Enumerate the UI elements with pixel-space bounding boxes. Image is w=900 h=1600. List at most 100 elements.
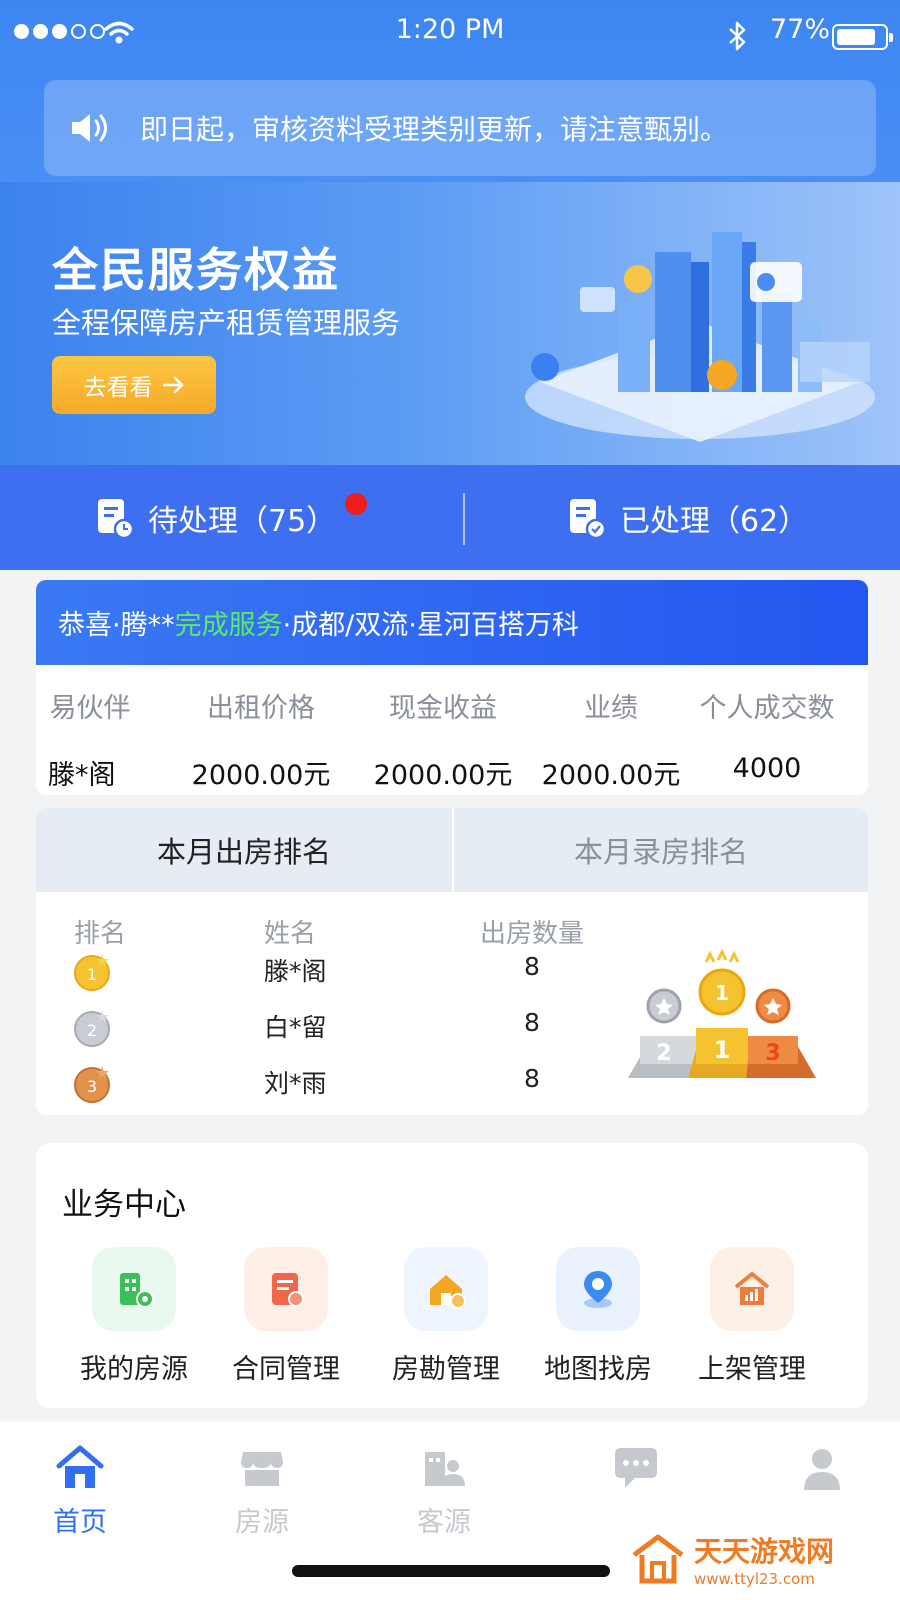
stat-rent-price: 出租价格 2000.00元 [186, 686, 336, 792]
bluetooth-icon [729, 21, 746, 51]
building-icon [92, 1247, 176, 1331]
contract-icon [244, 1247, 328, 1331]
notification-dot [345, 493, 367, 515]
banner-title: 全民服务权益 [52, 243, 340, 297]
message-icon [615, 1448, 657, 1488]
task-tabs: 待处理（75） 已处理（62） [0, 465, 900, 570]
header-area: 1:20 PM 77% 即日起，审核资料受理类别更新，请注意甄别。 全民服务权益… [0, 0, 900, 465]
house-inspect-icon [404, 1247, 488, 1331]
biz-inspection[interactable]: 房勘管理 [376, 1247, 516, 1386]
nav-listings[interactable]: 房源 [202, 1444, 322, 1539]
banner-subtitle: 全程保障房产租赁管理服务 [52, 306, 401, 340]
biz-label: 房勘管理 [392, 1354, 500, 1385]
rank-count: 8 [524, 952, 540, 981]
tab-divider [463, 493, 465, 545]
nav-label: 首页 [53, 1507, 107, 1538]
watermark: 天天游戏网 www.ttyl23.com [630, 1530, 834, 1588]
profile-icon [804, 1449, 840, 1490]
home-indicator [292, 1565, 610, 1577]
biz-label: 上架管理 [698, 1354, 806, 1385]
notice-bar[interactable]: 即日起，审核资料受理类别更新，请注意甄别。 [44, 80, 876, 176]
gold-medal-icon: 1 [74, 954, 110, 991]
biz-shelf-management[interactable]: 上架管理 [682, 1247, 822, 1386]
nav-label: 客源 [417, 1507, 471, 1538]
biz-label: 合同管理 [232, 1354, 340, 1385]
status-time: 1:20 PM [395, 14, 505, 45]
stat-value: 4000 [732, 753, 802, 784]
pending-doc-icon [98, 498, 134, 539]
banner-go-button[interactable]: 去看看 [52, 356, 216, 414]
battery-icon [832, 24, 893, 50]
svg-text:1: 1 [715, 981, 729, 1005]
notice-text: 即日起，审核资料受理类别更新，请注意甄别。 [140, 113, 729, 146]
congrats-suffix: ·成都/双流·星河百搭万科 [282, 610, 579, 641]
biz-map-search[interactable]: 地图找房 [528, 1247, 668, 1386]
tab-done-label: 已处理（62） [620, 503, 809, 539]
medal-number: 1 [87, 965, 97, 984]
nav-label: 房源 [235, 1507, 289, 1538]
tab-listing-ranking[interactable]: 本月录房排名 [452, 808, 868, 892]
rank-name: 刘*雨 [264, 1069, 327, 1098]
banner-go-label: 去看看 [83, 375, 153, 401]
nav-home[interactable]: 首页 [20, 1444, 140, 1539]
congrats-banner: 恭喜·腾** 完成服务 ·成都/双流·星河百搭万科 [36, 580, 868, 665]
stat-value: 2000.00元 [541, 760, 681, 791]
stat-label: 出租价格 [207, 693, 315, 724]
nav-profile[interactable] [762, 1444, 882, 1500]
battery-percent: 77% [770, 14, 831, 45]
stat-performance: 业绩 2000.00元 [536, 686, 686, 792]
tab-rent-out-ranking[interactable]: 本月出房排名 [36, 808, 452, 892]
tab-done[interactable]: 已处理（62） [568, 465, 808, 570]
business-center-title: 业务中心 [62, 1187, 186, 1223]
tab-pending-label: 待处理（75） [148, 503, 337, 539]
stat-deals: 个人成交数 4000 [692, 686, 842, 784]
watermark-url: www.ttyl23.com [694, 1570, 815, 1588]
stat-label: 易伙伴 [49, 693, 131, 724]
nav-messages[interactable] [576, 1444, 696, 1500]
speaker-icon [72, 114, 107, 142]
customer-icon [425, 1452, 465, 1486]
stat-label: 个人成交数 [699, 693, 835, 724]
rank-header-count: 出房数量 [480, 919, 585, 949]
watermark-logo-icon [632, 1534, 684, 1584]
map-pin-icon [556, 1247, 640, 1331]
podium-trophy-icon: 2 1 3 1 [628, 948, 816, 1078]
rank-name: 白*留 [264, 1013, 327, 1042]
biz-label: 我的房源 [80, 1354, 188, 1385]
stat-value: 2000.00元 [373, 760, 513, 791]
biz-contracts[interactable]: 合同管理 [216, 1247, 356, 1386]
rank-header-rank: 排名 [74, 919, 127, 949]
stat-label: 现金收益 [389, 693, 497, 724]
status-bar: 1:20 PM 77% [0, 0, 900, 70]
watermark-name: 天天游戏网 [694, 1535, 835, 1568]
stat-value: 2000.00元 [191, 760, 331, 791]
podium-number: 3 [765, 1041, 780, 1066]
silver-medal-icon: 2 [74, 1010, 110, 1047]
rank-name: 滕*阁 [264, 957, 327, 986]
nav-customers[interactable]: 客源 [384, 1444, 504, 1539]
home-icon [56, 1445, 104, 1488]
tab-pending[interactable]: 待处理（75） [96, 465, 336, 570]
ranking-card: 本月出房排名 本月录房排名 排名 姓名 出房数量 1 滕*阁 8 2 白*留 8… [36, 808, 868, 1115]
rank-header-name: 姓名 [264, 919, 317, 949]
stat-label: 业绩 [584, 693, 638, 724]
stat-value: 滕*阁 [48, 760, 116, 791]
rank-count: 8 [524, 1008, 540, 1037]
arrow-right-icon [162, 376, 183, 394]
biz-my-listings[interactable]: 我的房源 [64, 1247, 204, 1386]
congrats-highlight: 完成服务 [174, 610, 283, 641]
done-doc-icon [570, 498, 606, 539]
city-illustration-icon [525, 232, 875, 442]
bronze-medal-icon: 3 [74, 1066, 110, 1103]
store-icon [241, 1452, 283, 1486]
stat-cash-income: 现金收益 2000.00元 [368, 686, 518, 792]
medal-number: 2 [87, 1021, 97, 1040]
stat-partner: 易伙伴 滕*阁 [42, 686, 138, 792]
business-center-card: 业务中心 我的房源 合同管理 房勘管理 地图找房 上架管理 [36, 1143, 868, 1408]
ranking-tabs: 本月出房排名 本月录房排名 [36, 808, 868, 892]
podium-number: 2 [656, 1041, 671, 1066]
congrats-prefix: 恭喜·腾** [58, 610, 175, 641]
stats-card: 恭喜·腾** 完成服务 ·成都/双流·星河百搭万科 易伙伴 滕*阁 出租价格 20… [36, 580, 868, 795]
shelf-house-icon [710, 1247, 794, 1331]
biz-label: 地图找房 [544, 1354, 652, 1385]
